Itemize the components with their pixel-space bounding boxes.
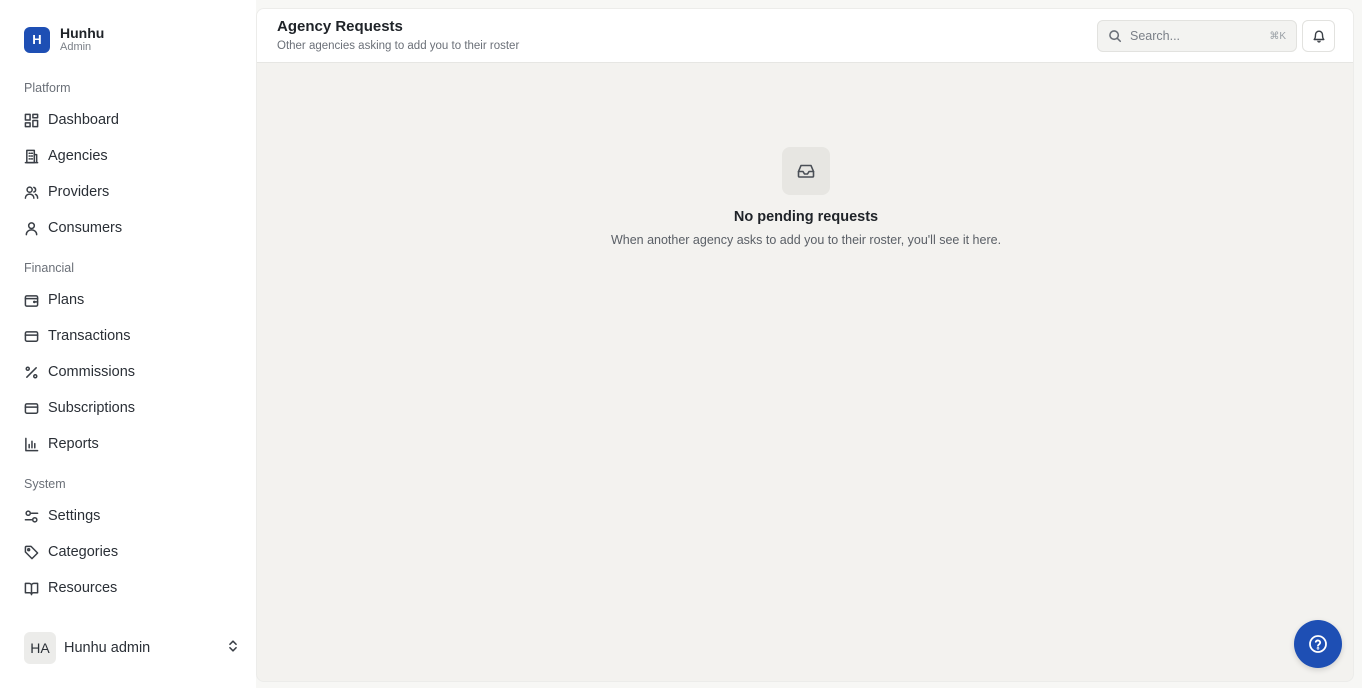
user-icon: [25, 221, 38, 235]
page-header: Agency Requests Other agencies asking to…: [257, 9, 1353, 63]
sidebar-item-label: Consumers: [48, 220, 123, 236]
search-shortcut: ⌘K: [1269, 30, 1286, 42]
sidebar-item-plans[interactable]: Plans: [24, 286, 240, 314]
section-label-financial: Financial: [24, 261, 75, 275]
building-icon: [24, 149, 39, 163]
empty-state-description: When another agency asks to add you to t…: [610, 233, 1002, 247]
brand-role: Admin: [60, 41, 92, 53]
sidebar-item-categories[interactable]: Categories: [24, 538, 240, 566]
sidebar-item-label: Settings: [48, 508, 101, 524]
sidebar-item-label: Categories: [48, 544, 119, 560]
brand-logo: H: [24, 26, 50, 53]
sidebar-item-settings[interactable]: Settings: [24, 502, 240, 530]
avatar: HA: [24, 632, 56, 664]
sidebar-item-label: Plans: [48, 292, 85, 308]
sidebar-item-label: Commissions: [48, 364, 136, 380]
user-menu[interactable]: HA Hunhu admin: [24, 632, 240, 664]
sidebar-item-subscriptions[interactable]: Subscriptions: [24, 394, 240, 422]
sidebar-item-resources[interactable]: Resources: [24, 574, 240, 602]
sliders-icon: [24, 509, 39, 523]
sidebar-item-label: Agencies: [48, 148, 108, 164]
inbox-icon: [797, 164, 815, 178]
page-title: Agency Requests: [277, 18, 403, 35]
sidebar-item-label: Reports: [48, 436, 99, 452]
sidebar-item-transactions[interactable]: Transactions: [24, 322, 240, 350]
book-icon: [24, 582, 39, 595]
notifications-button[interactable]: [1302, 20, 1335, 52]
credit-card-icon: [24, 402, 39, 414]
section-label-system: System: [24, 477, 66, 491]
bar-chart-icon: [25, 437, 39, 451]
inbox-icon-container: [782, 147, 830, 195]
sidebar-item-label: Subscriptions: [48, 400, 136, 416]
sidebar-item-providers[interactable]: Providers: [24, 178, 240, 206]
sidebar-item-label: Resources: [48, 580, 118, 596]
search-box[interactable]: ⌘K: [1097, 20, 1297, 52]
main-panel: Agency Requests Other agencies asking to…: [256, 8, 1354, 682]
tag-icon: [24, 545, 39, 559]
sidebar-item-consumers[interactable]: Consumers: [24, 214, 240, 242]
section-label-platform: Platform: [24, 81, 71, 95]
empty-state-title: No pending requests: [733, 209, 879, 225]
bell-icon: [1312, 30, 1325, 43]
page-subtitle: Other agencies asking to add you to thei…: [277, 40, 520, 52]
search-icon: [1109, 30, 1122, 43]
help-button[interactable]: [1294, 620, 1342, 668]
sidebar-item-reports[interactable]: Reports: [24, 430, 240, 458]
wallet-icon: [24, 294, 39, 307]
credit-card-icon: [24, 330, 39, 342]
sidebar-item-label: Providers: [48, 184, 110, 200]
sidebar-item-label: Transactions: [48, 328, 131, 344]
sidebar-item-label: Dashboard: [48, 112, 119, 128]
user-name: Hunhu admin: [64, 640, 151, 656]
sidebar: H Hunhu Admin Platform Dashboard Agencie…: [0, 0, 256, 688]
brand[interactable]: H Hunhu Admin: [24, 26, 104, 53]
percent-icon: [25, 366, 38, 378]
search-input[interactable]: [1130, 29, 1260, 43]
sidebar-item-commissions[interactable]: Commissions: [24, 358, 240, 386]
sidebar-item-agencies[interactable]: Agencies: [24, 142, 240, 170]
chevrons-up-down-icon: [226, 639, 240, 658]
users-icon: [24, 185, 39, 199]
brand-name: Hunhu: [60, 25, 105, 41]
sidebar-item-dashboard[interactable]: Dashboard: [24, 106, 240, 134]
dashboard-icon: [24, 113, 39, 127]
help-circle-icon: [1309, 635, 1327, 653]
